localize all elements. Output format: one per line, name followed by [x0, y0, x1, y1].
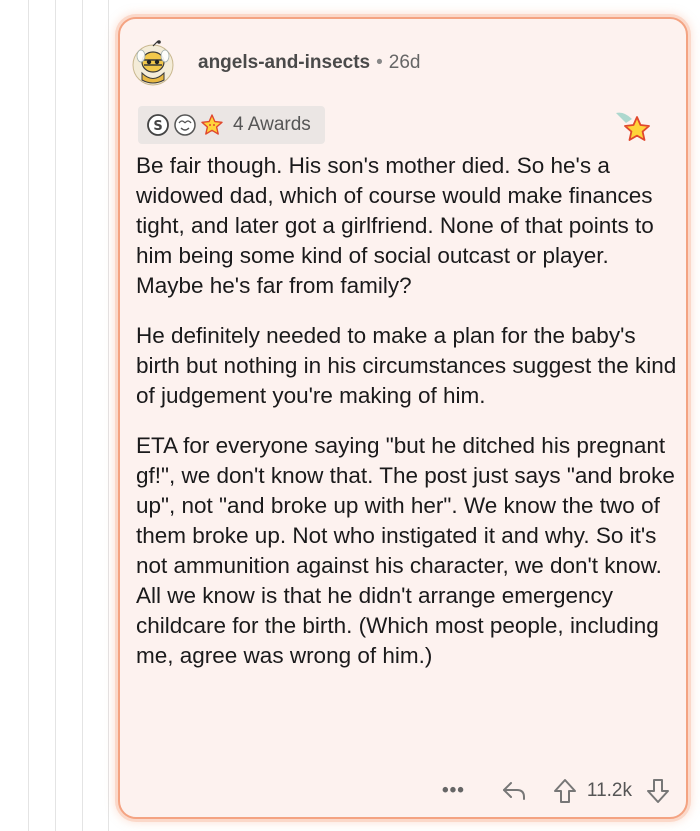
- awards-badge[interactable]: S 4 Awards: [138, 106, 325, 144]
- comment-paragraph-3: ETA for everyone saying "but he ditched …: [136, 433, 675, 668]
- comment-paragraph-1: Be fair though. His son's mother died. S…: [136, 153, 654, 298]
- reply-icon[interactable]: [501, 780, 527, 802]
- meta-separator: •: [376, 52, 383, 73]
- comment-age: 26d: [388, 52, 421, 73]
- comment-body: Be fair though. His son's mother died. S…: [136, 151, 680, 691]
- thread-line-3[interactable]: [82, 0, 83, 831]
- thread-line-4[interactable]: [108, 0, 109, 831]
- downvote-icon[interactable]: [646, 778, 670, 804]
- comment-meta: angels-and-insects • 26d: [198, 52, 420, 74]
- thread-line-2[interactable]: [55, 0, 56, 831]
- thread-line-1[interactable]: [28, 0, 29, 831]
- star-award-icon: [616, 112, 650, 141]
- comment-actions: ••• 11.2k: [442, 775, 670, 807]
- wholesome-award-icon: [174, 114, 196, 136]
- avatar[interactable]: [130, 40, 176, 86]
- more-options-button[interactable]: •••: [442, 780, 465, 802]
- vote-score: 11.2k: [586, 780, 632, 801]
- awards-count: 4 Awards: [233, 114, 311, 135]
- silver-award-icon: S: [147, 114, 169, 136]
- comment-paragraph-2: He definitely needed to make a plan for …: [136, 323, 677, 408]
- upvote-icon[interactable]: [553, 778, 577, 804]
- comment-header: angels-and-insects • 26d: [130, 39, 666, 87]
- starstruck-award-icon: [201, 114, 223, 135]
- username-link[interactable]: angels-and-insects: [198, 52, 370, 74]
- svg-text:S: S: [153, 119, 162, 134]
- comment-card: angels-and-insects • 26d S 4 Awards Be f…: [118, 17, 688, 819]
